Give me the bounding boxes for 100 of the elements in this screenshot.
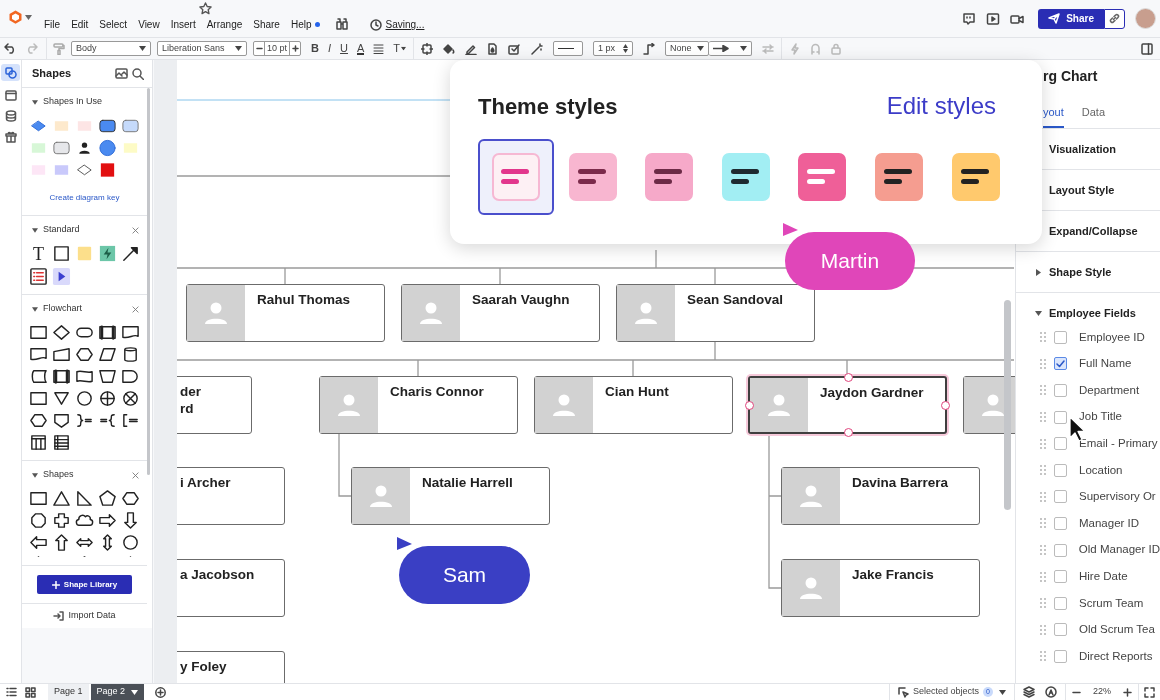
drag-handle-icon[interactable]: [1040, 465, 1046, 476]
checkbox[interactable]: [1054, 649, 1067, 663]
caret-icon[interactable]: [1036, 268, 1041, 276]
org-chart-node[interactable]: Cian Hunt: [534, 376, 733, 434]
brace-icon[interactable]: [75, 411, 94, 430]
list-icon[interactable]: [52, 433, 71, 452]
checkbox[interactable]: [1054, 410, 1067, 424]
arrow-left-icon[interactable]: [29, 533, 48, 552]
drag-handle-icon[interactable]: [1040, 545, 1046, 556]
org-chart-node[interactable]: y Foley: [177, 651, 285, 683]
save-status[interactable]: Saving...: [385, 17, 425, 32]
section-title[interactable]: Shapes: [43, 468, 74, 482]
org-chart-node[interactable]: Rahul Thomas: [186, 284, 385, 342]
style-icon[interactable]: [508, 42, 522, 55]
scrollbar[interactable]: [147, 88, 150, 475]
manual-input-icon[interactable]: [52, 345, 71, 364]
cylinder-icon[interactable]: [121, 345, 140, 364]
panel-tab[interactable]: Data: [1081, 103, 1106, 128]
crop-icon[interactable]: [421, 42, 434, 55]
rectangle-icon[interactable]: [29, 389, 48, 408]
play-icon[interactable]: [52, 267, 71, 286]
drag-handle-icon[interactable]: [1040, 412, 1046, 423]
line-start-dropdown[interactable]: None: [665, 41, 710, 56]
theme-swatch[interactable]: [478, 139, 554, 215]
section-header[interactable]: Shape Style: [1049, 263, 1112, 281]
arrow-right-icon[interactable]: [98, 511, 117, 530]
org-chart-node[interactable]: Saarah Vaughn: [401, 284, 600, 342]
format-button[interactable]: B: [311, 40, 319, 57]
format-button[interactable]: T: [393, 40, 408, 57]
shapes-tab[interactable]: [1, 64, 20, 81]
drag-handle-icon[interactable]: [1040, 651, 1046, 662]
org-chart-node[interactable]: Sean Sandoval: [616, 284, 815, 342]
hexagon-icon[interactable]: [121, 489, 140, 508]
pen-icon[interactable]: [465, 42, 478, 55]
grid-icon[interactable]: [25, 686, 36, 698]
org-chart-node[interactable]: i Archer: [177, 467, 285, 525]
process-icon[interactable]: [98, 323, 117, 342]
present-icon[interactable]: [986, 11, 1001, 26]
rectangle-icon[interactable]: [52, 244, 71, 263]
app-logo-icon[interactable]: [9, 10, 22, 24]
menu-item[interactable]: Edit: [71, 17, 89, 32]
org-chart-node[interactable]: der rd: [177, 376, 252, 434]
opacity-icon[interactable]: [487, 42, 499, 55]
menu-item[interactable]: View: [138, 17, 160, 32]
stored-data-icon[interactable]: [29, 367, 48, 386]
caret-icon[interactable]: [32, 227, 38, 233]
align-icon[interactable]: [373, 43, 385, 54]
caret-icon[interactable]: [32, 99, 38, 105]
fill-bucket-icon[interactable]: [443, 42, 456, 55]
org-chart-node[interactable]: Natalie Harrell: [351, 467, 550, 525]
drag-handle-icon[interactable]: [1040, 624, 1046, 635]
cross-icon[interactable]: [52, 511, 71, 530]
org-chart-node[interactable]: Jaydon Gardner: [748, 376, 947, 434]
zoom-in-icon[interactable]: [1123, 687, 1132, 697]
plus-circle-icon[interactable]: [98, 389, 117, 408]
create-key-link[interactable]: Create diagram key: [49, 193, 120, 202]
checkbox[interactable]: [1054, 490, 1067, 504]
section-header[interactable]: Expand/Collapse: [1049, 222, 1138, 240]
menu-item[interactable]: Arrange: [206, 17, 243, 32]
shape-library-button[interactable]: Shape Library: [37, 575, 132, 594]
menu-item[interactable]: Share: [253, 17, 280, 32]
bracket-icon[interactable]: [121, 411, 140, 430]
checkbox[interactable]: [1054, 330, 1067, 344]
section-title[interactable]: Flowchart: [43, 302, 82, 316]
line-style-dropdown[interactable]: [553, 41, 584, 56]
parallelogram-icon[interactable]: [98, 345, 117, 364]
drag-handle-icon[interactable]: [1040, 598, 1046, 609]
hexagon-icon[interactable]: [75, 345, 94, 364]
brace-left-icon[interactable]: [98, 411, 117, 430]
drag-handle-icon[interactable]: [1040, 491, 1046, 502]
triangle-icon[interactable]: [52, 489, 71, 508]
rectangle-icon[interactable]: [29, 489, 48, 508]
line-end-dropdown[interactable]: [709, 41, 753, 56]
menu-item[interactable]: Select: [99, 17, 128, 32]
checkbox[interactable]: [1054, 516, 1067, 530]
shield-icon[interactable]: [52, 411, 71, 430]
page-tab[interactable]: Page 1: [48, 684, 89, 700]
database-icon[interactable]: [4, 110, 17, 122]
panel-toggle-icon[interactable]: [1141, 42, 1153, 55]
lightning-icon[interactable]: [98, 244, 117, 263]
star-icon[interactable]: [199, 2, 212, 15]
copy-link-button[interactable]: [1104, 8, 1125, 29]
fullscreen-icon[interactable]: [1144, 686, 1155, 698]
connection-handle[interactable]: [843, 428, 853, 437]
checkbox[interactable]: [1054, 543, 1067, 557]
section-header[interactable]: Layout Style: [1049, 181, 1115, 199]
connection-handle[interactable]: [941, 401, 950, 410]
text-tool[interactable]: T: [29, 244, 48, 263]
drag-handle-icon[interactable]: [1040, 332, 1046, 343]
arrow-up-icon[interactable]: [52, 533, 71, 552]
list-icon[interactable]: [6, 687, 17, 697]
checkbox[interactable]: [1054, 384, 1067, 397]
drag-handle-icon[interactable]: [1040, 571, 1046, 582]
delay-icon[interactable]: [121, 367, 140, 386]
pentagon-icon[interactable]: [98, 489, 117, 508]
close-icon[interactable]: [132, 226, 139, 234]
section-title[interactable]: Shapes In Use: [43, 95, 103, 109]
add-page-icon[interactable]: [155, 686, 167, 698]
frame-icon[interactable]: [4, 90, 17, 101]
checkbox[interactable]: [1054, 463, 1067, 477]
